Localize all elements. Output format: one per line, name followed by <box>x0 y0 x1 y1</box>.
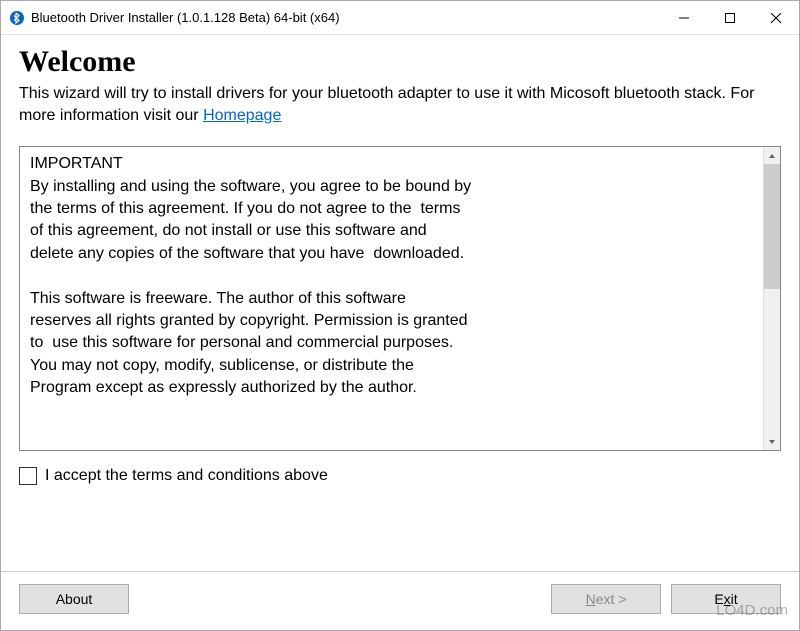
next-button[interactable]: Next > <box>551 584 661 614</box>
window-title: Bluetooth Driver Installer (1.0.1.128 Be… <box>31 10 661 25</box>
about-button[interactable]: About <box>19 584 129 614</box>
homepage-link[interactable]: Homepage <box>203 107 281 124</box>
exit-button-prefix: E <box>714 591 723 607</box>
license-box: IMPORTANT By installing and using the so… <box>19 146 781 451</box>
scroll-thumb[interactable] <box>764 164 780 289</box>
scroll-track[interactable] <box>764 164 780 433</box>
intro-text: This wizard will try to install drivers … <box>19 83 781 126</box>
license-text[interactable]: IMPORTANT By installing and using the so… <box>20 147 763 450</box>
scroll-up-button[interactable] <box>764 147 780 164</box>
accept-checkbox[interactable] <box>19 467 37 485</box>
window: Bluetooth Driver Installer (1.0.1.128 Be… <box>0 0 800 631</box>
next-button-hotkey: N <box>586 591 596 607</box>
minimize-button[interactable] <box>661 1 707 34</box>
window-controls <box>661 1 799 34</box>
page-heading: Welcome <box>19 45 781 79</box>
content-area: Welcome This wizard will try to install … <box>1 35 799 571</box>
exit-button[interactable]: Exit <box>671 584 781 614</box>
about-button-label: About <box>56 591 93 607</box>
exit-button-suffix: it <box>731 591 738 607</box>
scroll-down-button[interactable] <box>764 433 780 450</box>
button-bar: About Next > Exit <box>1 571 799 630</box>
exit-button-hotkey: x <box>724 591 731 607</box>
close-button[interactable] <box>753 1 799 34</box>
next-button-suffix: ext > <box>596 591 627 607</box>
intro-text-body: This wizard will try to install drivers … <box>19 85 754 124</box>
accept-row: I accept the terms and conditions above <box>19 467 781 485</box>
scrollbar[interactable] <box>763 147 780 450</box>
titlebar: Bluetooth Driver Installer (1.0.1.128 Be… <box>1 1 799 35</box>
app-icon <box>9 10 25 26</box>
accept-label: I accept the terms and conditions above <box>45 467 328 485</box>
maximize-button[interactable] <box>707 1 753 34</box>
